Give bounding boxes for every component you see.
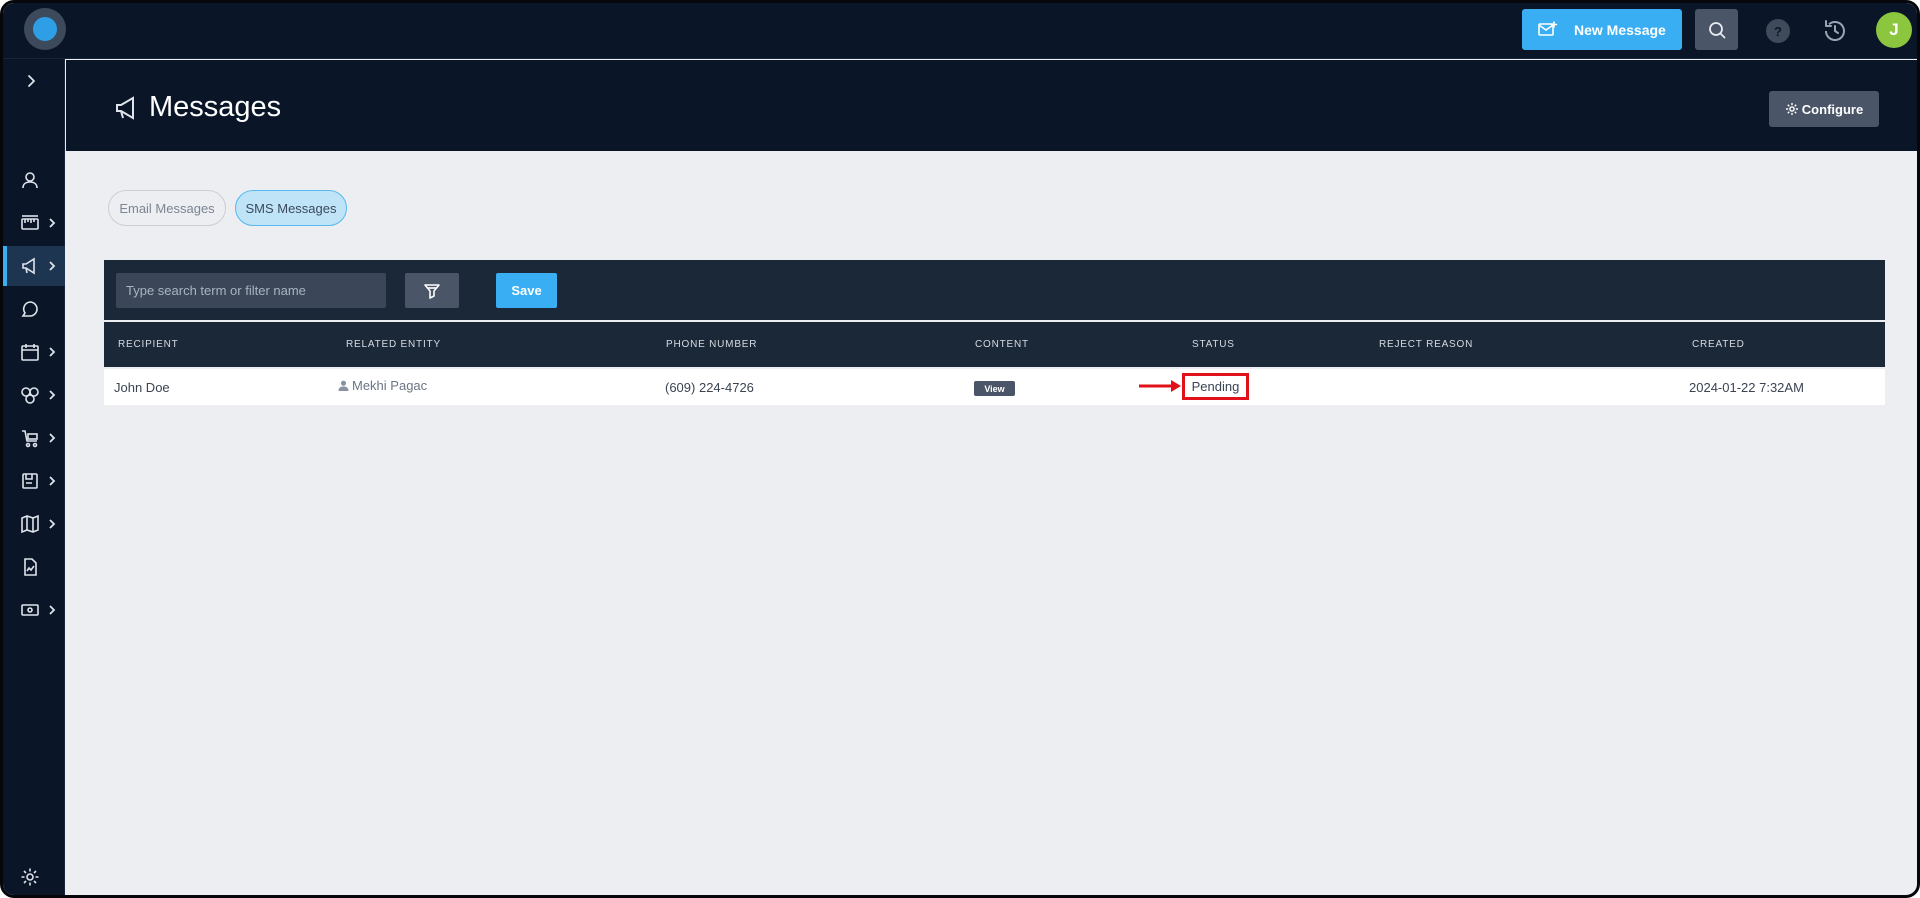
sidebar-item-chat[interactable] (3, 289, 65, 329)
app-logo[interactable] (24, 8, 66, 50)
cart-icon (22, 430, 38, 448)
column-header-recipient[interactable]: RECIPIENT (118, 339, 179, 350)
chevron-right-icon (49, 218, 56, 228)
chevron-right-icon (49, 519, 56, 529)
sidebar-item-calendar[interactable] (3, 332, 65, 372)
page-header: Messages Configure (66, 60, 1917, 151)
chevron-right-icon (49, 261, 56, 271)
sidebar-item-reports[interactable] (3, 547, 65, 587)
gear-icon (1785, 102, 1799, 116)
page-title: Messages (149, 91, 282, 123)
expand-sidebar-icon[interactable] (21, 71, 41, 91)
help-icon[interactable]: ? (1766, 19, 1790, 43)
map-icon (21, 514, 39, 534)
chat-icon (21, 301, 38, 317)
chevron-right-icon (49, 433, 56, 443)
status-badge: Pending (1182, 373, 1249, 400)
chevron-right-icon (49, 347, 56, 357)
chevron-right-icon (49, 390, 56, 400)
view-content-button[interactable]: View (974, 381, 1015, 396)
compose-mail-icon (1536, 19, 1558, 41)
configure-label: Configure (1801, 101, 1864, 117)
app-window: New Message ? J Messages Configure Email… (0, 0, 1920, 898)
filter-button[interactable] (405, 273, 459, 308)
cell-recipient: John Doe (114, 380, 170, 395)
annotation-arrow (1139, 380, 1181, 392)
person-icon (338, 380, 349, 391)
avatar-initial: J (1889, 20, 1899, 39)
chevron-right-icon (49, 605, 56, 615)
save-button[interactable]: Save (496, 273, 557, 308)
configure-button[interactable]: Configure (1769, 91, 1879, 127)
global-search-button[interactable] (1695, 9, 1738, 50)
cell-created: 2024-01-22 7:32AM (1689, 380, 1804, 395)
search-icon (1708, 21, 1725, 38)
save-icon (22, 473, 38, 489)
help-symbol: ? (1774, 23, 1782, 39)
user-icon (22, 172, 38, 189)
column-header-reject-reason[interactable]: REJECT REASON (1379, 339, 1473, 350)
megaphone-icon (116, 96, 134, 120)
cluster-icon (21, 387, 39, 404)
column-header-related-entity[interactable]: RELATED ENTITY (346, 339, 441, 350)
calendar-icon (21, 344, 39, 361)
sidebar-item-contacts[interactable] (3, 160, 65, 200)
settings-gear-icon[interactable] (20, 867, 40, 887)
new-message-button[interactable]: New Message (1522, 9, 1682, 50)
report-icon (24, 558, 37, 576)
sidebar-item-groups[interactable] (3, 375, 65, 415)
chevron-right-icon (49, 476, 56, 486)
column-header-created[interactable]: CREATED (1692, 339, 1745, 350)
sidebar-item-documents[interactable] (3, 461, 65, 501)
sidebar (3, 59, 65, 895)
column-header-status[interactable]: STATUS (1192, 339, 1235, 350)
filter-icon (424, 283, 440, 299)
table-header: RECIPIENT RELATED ENTITY PHONE NUMBER CO… (104, 322, 1885, 367)
top-bar: New Message ? J (3, 3, 1917, 59)
search-input[interactable] (116, 273, 386, 308)
ruler-icon (21, 215, 39, 230)
megaphone-icon (22, 257, 35, 275)
new-message-label: New Message (1574, 21, 1666, 38)
column-header-content[interactable]: CONTENT (975, 339, 1029, 350)
table-row[interactable]: John Doe Mekhi Pagac (609) 224-4726 View… (104, 369, 1885, 405)
column-header-phone-number[interactable]: PHONE NUMBER (666, 339, 757, 350)
sidebar-item-measure[interactable] (3, 203, 65, 243)
tab-sms-messages[interactable]: SMS Messages (235, 190, 347, 226)
sidebar-item-messages[interactable] (3, 246, 65, 286)
user-avatar[interactable]: J (1876, 12, 1912, 48)
sidebar-item-map[interactable] (3, 504, 65, 544)
sidebar-item-billing[interactable] (3, 590, 65, 630)
status-text: Pending (1191, 379, 1240, 394)
cell-related-entity[interactable]: Mekhi Pagac (338, 378, 427, 393)
cell-phone-number: (609) 224-4726 (665, 380, 754, 395)
cash-icon (21, 604, 39, 616)
tab-email-messages[interactable]: Email Messages (108, 190, 226, 226)
logo-mark (33, 17, 57, 41)
history-icon[interactable] (1821, 17, 1849, 45)
related-entity-link[interactable]: Mekhi Pagac (352, 378, 427, 393)
filter-toolbar: Save (104, 260, 1885, 320)
sidebar-item-orders[interactable] (3, 418, 65, 458)
